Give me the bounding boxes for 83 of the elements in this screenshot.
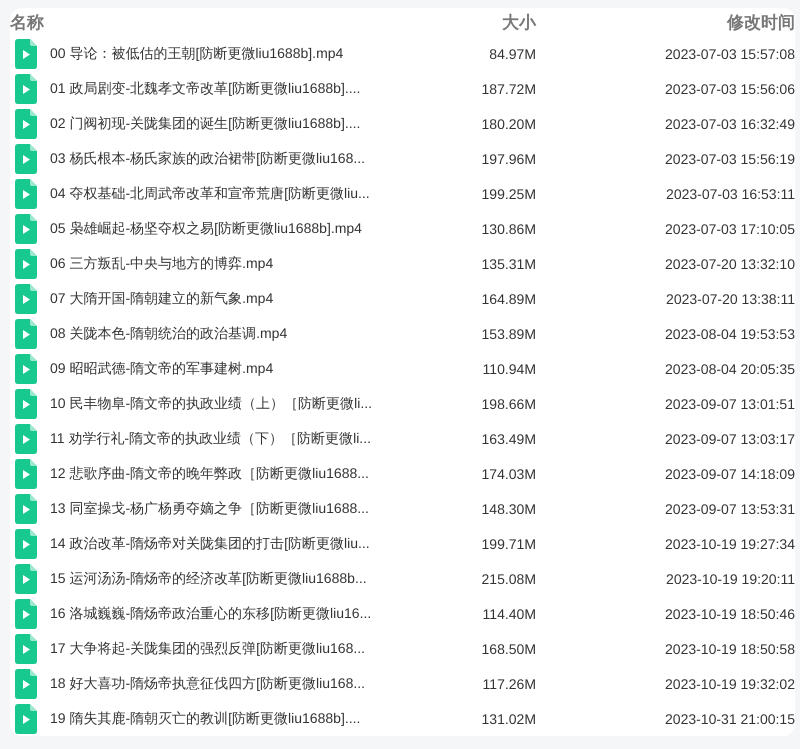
modified-time: 2023-10-19 19:20:11 (666, 570, 795, 586)
file-size: 153.89M (482, 326, 536, 342)
video-file-icon (15, 528, 37, 558)
video-file-icon (15, 668, 37, 698)
modified-time: 2023-09-07 13:03:17 (665, 430, 795, 446)
modified-time: 2023-08-04 19:53:53 (665, 326, 795, 342)
file-name[interactable]: 01 政局剧变-北魏孝文帝改革[防断更微liu1688b].... (50, 80, 360, 98)
file-size: 148.30M (482, 500, 536, 516)
modified-time: 2023-07-03 15:56:06 (665, 80, 795, 96)
modified-time: 2023-07-03 16:53:11 (666, 186, 795, 202)
modified-time: 2023-07-03 17:10:05 (665, 220, 795, 236)
file-name[interactable]: 10 民丰物阜-隋文帝的执政业绩（上）［防断更微li... (50, 394, 372, 412)
file-size: 110.94M (482, 360, 536, 376)
file-size: 135.31M (482, 256, 536, 272)
file-name[interactable]: 17 大争将起-关陇集团的强烈反弹[防断更微liu168... (50, 640, 366, 658)
file-size: 131.02M (482, 710, 536, 726)
modified-time: 2023-07-03 15:57:08 (665, 46, 795, 62)
file-size: 163.49M (482, 430, 536, 446)
file-size: 174.03M (482, 466, 536, 482)
file-name[interactable]: 04 夺权基础-北周武帝改革和宣帝荒唐[防断更微liu... (50, 184, 370, 202)
video-file-icon (15, 144, 37, 174)
modified-time: 2023-10-19 19:27:34 (665, 536, 795, 552)
file-name[interactable]: 06 三方叛乱-中央与地方的博弈.mp4 (50, 254, 274, 272)
video-file-icon (15, 178, 37, 208)
file-name[interactable]: 05 枭雄崛起-杨坚夺权之易[防断更微liu1688b].mp4 (50, 220, 362, 238)
file-size: 215.08M (482, 570, 536, 586)
file-name[interactable]: 12 悲歌序曲-隋文帝的晚年弊政［防断更微liu1688... (50, 464, 369, 482)
video-file-icon (15, 38, 37, 68)
video-file-icon (15, 108, 37, 138)
video-file-icon (15, 248, 37, 278)
file-size: 117.26M (482, 676, 536, 692)
file-name[interactable]: 02 门阀初现-关陇集团的诞生[防断更微liu1688b].... (50, 114, 360, 132)
video-file-icon (15, 494, 37, 524)
modified-time: 2023-09-07 13:53:31 (665, 500, 795, 516)
column-header[interactable]: 修改时间 (727, 10, 795, 34)
modified-time: 2023-08-04 20:05:35 (665, 360, 795, 376)
file-name[interactable]: 09 昭昭武德-隋文帝的军事建树.mp4 (50, 360, 274, 378)
video-file-icon (15, 424, 37, 454)
file-size: 130.86M (482, 220, 536, 236)
modified-time: 2023-09-07 13:01:51 (665, 396, 795, 412)
file-name[interactable]: 14 政治改革-隋炀帝对关陇集团的打击[防断更微liu... (50, 534, 370, 552)
modified-time: 2023-07-03 16:32:49 (665, 116, 795, 132)
video-file-icon (15, 214, 37, 244)
file-size: 168.50M (482, 640, 536, 656)
file-size: 199.71M (482, 536, 536, 552)
video-file-icon (15, 458, 37, 488)
video-file-icon (15, 284, 37, 314)
video-file-icon (15, 318, 37, 348)
file-size: 197.96M (482, 150, 536, 166)
file-size: 180.20M (482, 116, 536, 132)
modified-time: 2023-07-20 13:32:10 (665, 256, 795, 272)
video-file-icon (15, 74, 37, 104)
file-size: 164.89M (482, 290, 536, 306)
modified-time: 2023-07-03 15:56:19 (665, 150, 795, 166)
video-file-icon (15, 598, 37, 628)
file-name[interactable]: 07 大隋开国-隋朝建立的新气象.mp4 (50, 290, 274, 308)
file-size: 114.40M (482, 606, 536, 622)
file-name[interactable]: 03 杨氏根本-杨氏家族的政治裙带[防断更微liu168... (50, 150, 366, 168)
video-file-icon (15, 388, 37, 418)
file-size: 84.97M (489, 46, 536, 62)
file-name[interactable]: 16 洛城巍巍-隋炀帝政治重心的东移[防断更微liu16... (50, 604, 372, 622)
modified-time: 2023-09-07 14:18:09 (665, 466, 795, 482)
file-size: 199.25M (482, 186, 536, 202)
video-file-icon (15, 704, 37, 734)
modified-time: 2023-10-19 19:32:02 (665, 676, 795, 692)
file-name[interactable]: 19 隋失其鹿-隋朝灭亡的教训[防断更微liu1688b].... (50, 710, 360, 728)
modified-time: 2023-07-20 13:38:11 (666, 290, 795, 306)
file-size: 187.72M (482, 80, 536, 96)
file-name[interactable]: 08 关陇本色-隋朝统治的政治基调.mp4 (50, 324, 288, 342)
modified-time: 2023-10-19 18:50:46 (665, 606, 795, 622)
file-size: 198.66M (482, 396, 536, 412)
modified-time: 2023-10-31 21:00:15 (665, 710, 795, 726)
column-header[interactable]: 名称 (10, 10, 44, 34)
video-file-icon (15, 354, 37, 384)
file-name[interactable]: 15 运河汤汤-隋炀帝的经济改革[防断更微liu1688b... (50, 570, 367, 588)
file-name[interactable]: 13 同室操戈-杨广杨勇夺嫡之争［防断更微liu1688... (50, 500, 369, 518)
file-name[interactable]: 11 劝学行礼-隋文帝的执政业绩（下）［防断更微li... (50, 430, 371, 448)
file-name[interactable]: 00 导论：被低估的王朝[防断更微liu1688b].mp4 (50, 44, 344, 62)
column-header[interactable]: 大小 (502, 10, 536, 34)
video-file-icon (15, 564, 37, 594)
video-file-icon (15, 634, 37, 664)
modified-time: 2023-10-19 18:50:58 (665, 640, 795, 656)
file-name[interactable]: 18 好大喜功-隋炀帝执意征伐四方[防断更微liu168... (50, 674, 366, 692)
